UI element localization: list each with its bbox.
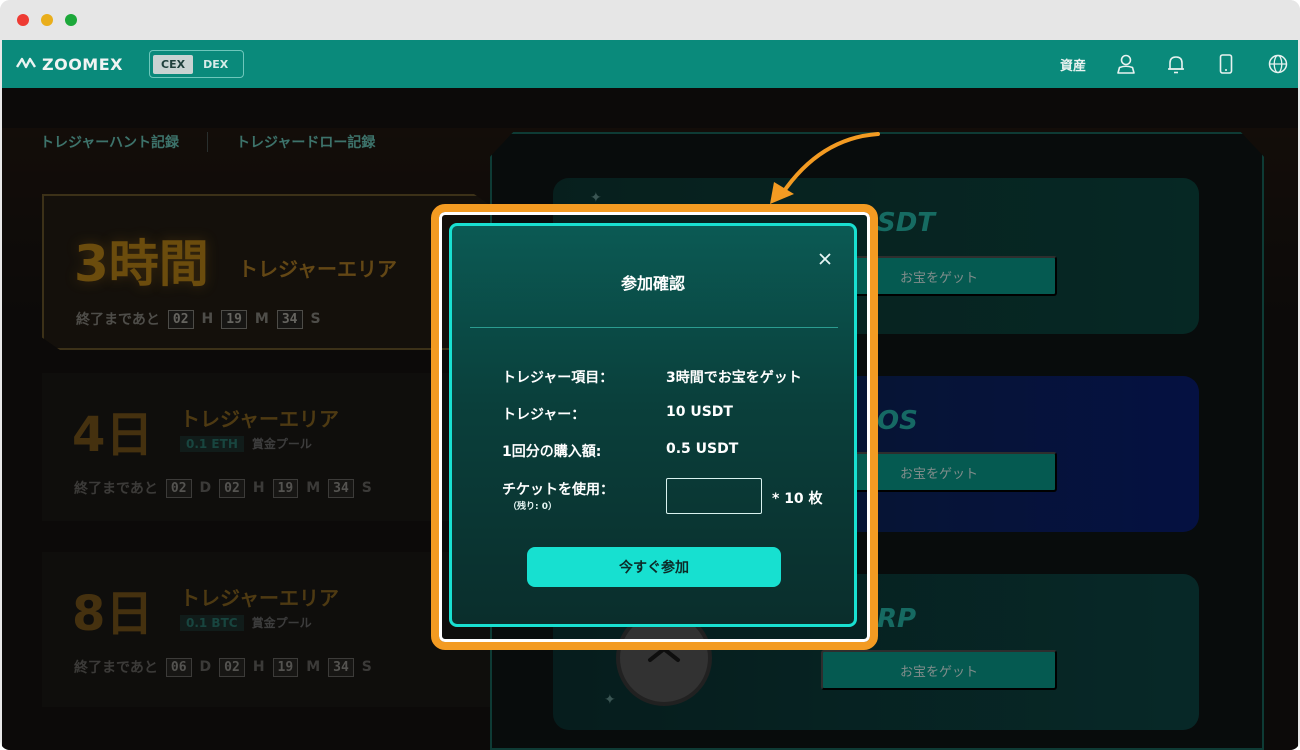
browser-window: ZOOMEX CEX DEX 資産 トレジャーハント記録 トレジャードロー記録 … <box>0 0 1300 750</box>
detail-row-treasure: トレジャー： 10 USDT <box>502 404 733 424</box>
user-icon[interactable] <box>1114 52 1138 76</box>
detail-key: トレジャー項目： <box>502 370 614 386</box>
detail-key: トレジャー： <box>502 407 586 423</box>
detail-value: 0.5 USDT <box>666 441 739 457</box>
modal-divider <box>470 327 838 328</box>
detail-row-ticket: チケットを使用： （残り: 0） * 10 枚 <box>502 478 823 514</box>
assets-link[interactable]: 資産 <box>1060 55 1086 74</box>
bell-icon[interactable] <box>1164 52 1188 76</box>
ticket-key-group: チケットを使用： （残り: 0） <box>502 479 666 512</box>
minimize-window-button[interactable] <box>41 14 53 26</box>
mobile-icon[interactable] <box>1214 52 1238 76</box>
cex-dex-switch[interactable]: CEX DEX <box>149 50 244 78</box>
ticket-quantity-input[interactable] <box>666 478 762 514</box>
callout-arrow-icon <box>770 132 880 204</box>
close-icon[interactable] <box>818 252 832 266</box>
detail-row-purchase-amount: 1回分の購入額: 0.5 USDT <box>502 441 738 461</box>
detail-value: 10 USDT <box>666 404 733 420</box>
join-confirmation-modal: 参加確認 トレジャー項目： 3時間でお宝をゲット トレジャー： 10 USDT … <box>449 223 857 627</box>
close-window-button[interactable] <box>17 14 29 26</box>
top-navbar: ZOOMEX CEX DEX 資産 <box>2 40 1298 88</box>
detail-value: 3時間でお宝をゲット <box>666 370 802 386</box>
modal-title: 参加確認 <box>620 274 685 293</box>
ticket-suffix: * 10 枚 <box>772 491 823 507</box>
detail-row-treasure-item: トレジャー項目： 3時間でお宝をゲット <box>502 367 802 387</box>
detail-key: 1回分の購入額: <box>502 444 602 460</box>
dex-toggle[interactable]: DEX <box>199 55 232 74</box>
brand-name: ZOOMEX <box>42 54 123 74</box>
globe-icon[interactable] <box>1266 52 1290 76</box>
tickets-remaining: （残り: 0） <box>508 502 557 512</box>
modal-body: 参加確認 トレジャー項目： 3時間でお宝をゲット トレジャー： 10 USDT … <box>452 226 854 624</box>
title-bar <box>0 0 1300 40</box>
join-now-button[interactable]: 今すぐ参加 <box>527 547 781 587</box>
detail-key: チケットを使用： <box>502 482 614 498</box>
zoomex-logo-icon <box>16 57 36 69</box>
cex-toggle[interactable]: CEX <box>153 54 194 74</box>
brand-logo[interactable]: ZOOMEX <box>16 53 123 75</box>
maximize-window-button[interactable] <box>65 14 77 26</box>
